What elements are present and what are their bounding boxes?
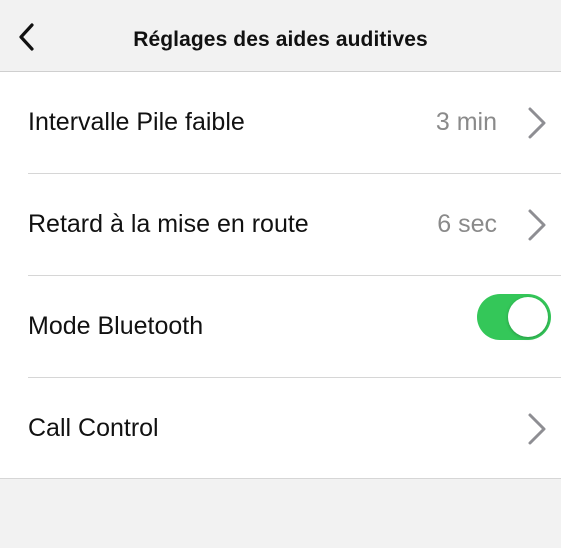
- chevron-right-icon: [528, 413, 546, 445]
- chevron-right-icon: [528, 209, 546, 241]
- navigation-bar: Réglages des aides auditives: [0, 0, 561, 72]
- row-value: 3 min: [435, 108, 497, 136]
- row-call-control[interactable]: Call Control: [0, 378, 561, 479]
- row-label: Intervalle Pile faible: [28, 108, 245, 136]
- bluetooth-toggle[interactable]: [477, 294, 551, 340]
- row-label: Mode Bluetooth: [28, 312, 204, 340]
- row-startup-delay[interactable]: Retard à la mise en route 6 sec: [0, 174, 561, 275]
- row-bluetooth-mode: Mode Bluetooth: [0, 276, 561, 377]
- row-value: 6 sec: [437, 210, 497, 238]
- row-low-battery-interval[interactable]: Intervalle Pile faible 3 min: [0, 72, 561, 173]
- toggle-knob: [508, 297, 548, 337]
- row-label: Call Control: [28, 414, 159, 442]
- chevron-right-icon: [528, 107, 546, 139]
- page-title: Réglages des aides auditives: [133, 28, 428, 51]
- empty-footer-area: [0, 478, 561, 548]
- settings-list: Intervalle Pile faible 3 min Retard à la…: [0, 72, 561, 478]
- row-label: Retard à la mise en route: [28, 210, 309, 238]
